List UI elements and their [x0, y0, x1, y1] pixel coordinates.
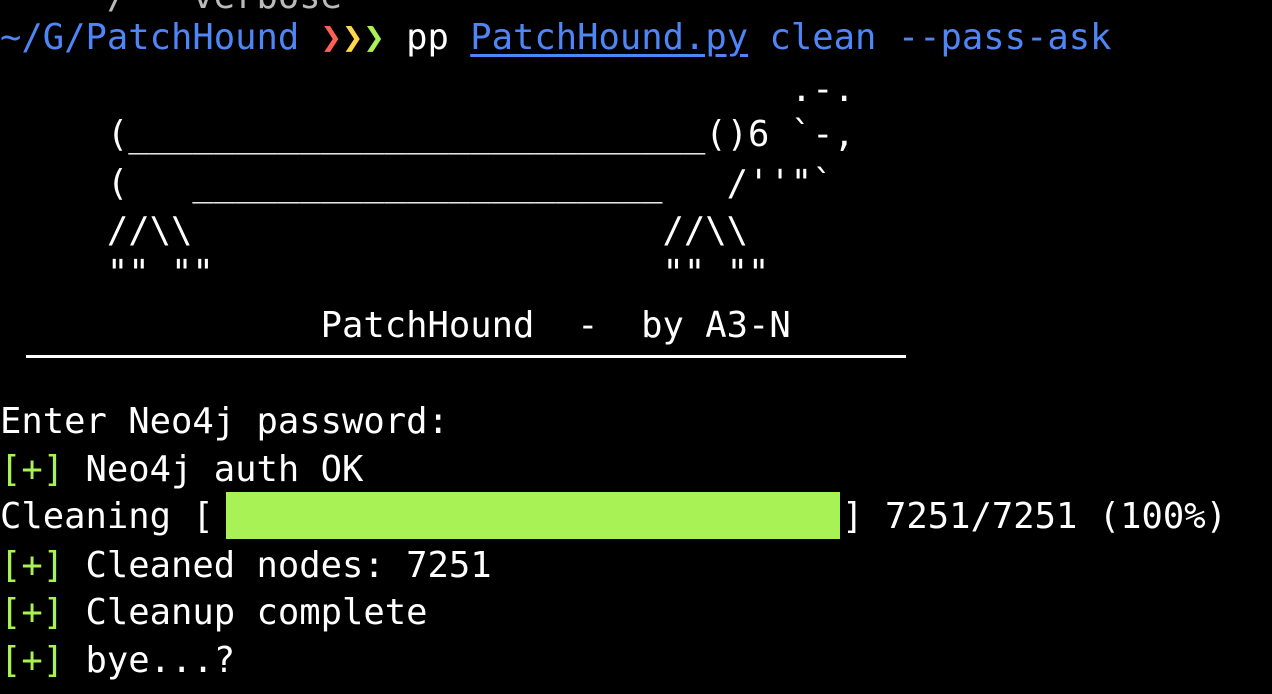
- status-text: Cleaned nodes: 7251: [85, 545, 492, 586]
- progress-close-bracket: ]: [842, 496, 864, 537]
- status-line-bye: [+] bye...?: [0, 637, 235, 685]
- success-marker: [+]: [0, 592, 65, 633]
- command-name: pp: [406, 17, 449, 58]
- progress-stats: 7251/7251 (100%): [885, 496, 1227, 537]
- banner-art-line-3: ( ______________________ /''"`: [0, 163, 834, 204]
- success-marker: [+]: [0, 449, 65, 490]
- status-text: Neo4j auth OK: [85, 449, 364, 490]
- progress-bar-fill: [226, 492, 840, 539]
- status-line-cleaned: [+] Cleaned nodes: 7251: [0, 542, 492, 590]
- prompt-arrow-yellow-icon: ❯: [341, 17, 364, 58]
- banner-divider: [26, 355, 906, 358]
- command-args: clean --pass-ask: [769, 17, 1112, 58]
- prompt-cwd: ~/G/PatchHound: [0, 17, 300, 58]
- success-marker: [+]: [0, 545, 65, 586]
- script-link[interactable]: PatchHound.py: [470, 17, 748, 58]
- status-text: bye...?: [85, 640, 236, 681]
- shell-prompt-line: ~/G/PatchHound ❯❯❯ pp PatchHound.py clea…: [0, 14, 1111, 62]
- status-line-complete: [+] Cleanup complete: [0, 589, 427, 637]
- status-text: Cleanup complete: [85, 592, 428, 633]
- password-prompt: Enter Neo4j password:: [0, 401, 449, 442]
- success-marker: [+]: [0, 640, 65, 681]
- status-line-auth: [+] Neo4j auth OK: [0, 446, 363, 494]
- banner-title: PatchHound - by A3-N: [0, 305, 791, 346]
- banner-art-line-5: "" "" "" "": [0, 253, 770, 294]
- banner-art-line-2: (___________________________()6 `-,: [0, 114, 855, 155]
- prompt-arrow-red-icon: ❯: [320, 17, 342, 58]
- progress-label: Cleaning [: [0, 496, 214, 537]
- prompt-arrow-green-icon: ❯: [363, 17, 385, 58]
- banner-art-line-4: //\\ //\\: [0, 210, 749, 251]
- banner-art-line-1: .-.: [0, 69, 855, 110]
